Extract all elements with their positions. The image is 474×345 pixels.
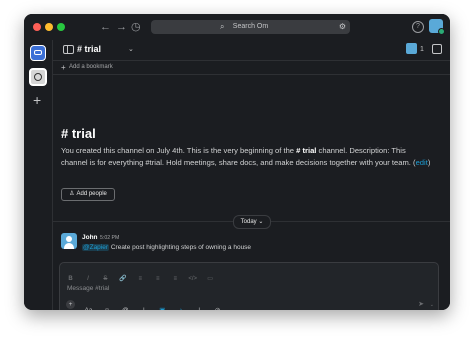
channel-intro-text: You created this channel on July 4th. Th… xyxy=(61,145,433,169)
chevron-down-icon[interactable]: ⌄ xyxy=(128,43,134,56)
add-people-label: Add people xyxy=(76,191,107,197)
channel-intro-title: # trial xyxy=(61,126,96,141)
date-jump-button[interactable]: Today ⌄ xyxy=(233,215,271,229)
member-count[interactable]: 1 xyxy=(420,43,424,56)
user-avatar[interactable] xyxy=(429,19,445,35)
workspace-secondary-icon[interactable] xyxy=(29,68,47,86)
intro-text-close: ) xyxy=(427,158,431,167)
send-icon[interactable]: ➤ xyxy=(418,299,424,310)
message-text: Create post highlighting steps of owning… xyxy=(110,244,252,251)
history-clock-icon[interactable]: ◷ xyxy=(131,20,141,34)
text-format-icon[interactable]: Aa xyxy=(83,305,93,310)
title-bar: ← → ◷ ⌕ Search Om ⚙ ? xyxy=(24,14,450,40)
formatting-toolbar: B I S 🔗 ≡ ≡ ≡ </> ▭ xyxy=(66,267,219,282)
workspace-rail: + xyxy=(24,40,52,310)
person-add-icon: ♙ xyxy=(69,191,75,197)
message-timestamp[interactable]: 5:02 PM xyxy=(100,234,119,243)
canvas-icon[interactable] xyxy=(432,44,442,54)
message-input[interactable] xyxy=(67,283,427,293)
channel-name-button[interactable]: # trial xyxy=(77,43,101,56)
edit-description-link[interactable]: edit xyxy=(416,158,428,167)
workspace-active-icon[interactable] xyxy=(30,45,46,61)
close-window-button[interactable] xyxy=(33,23,41,31)
mention-link[interactable]: @Zapier xyxy=(82,244,110,251)
app-window: ← → ◷ ⌕ Search Om ⚙ ? + # trial ⌄ 1 + Ad… xyxy=(24,14,450,310)
add-bookmark-button[interactable]: Add a bookmark xyxy=(69,61,113,74)
separator-icon: | xyxy=(194,305,204,310)
search-icon: ⌕ xyxy=(220,22,225,31)
composer-actions: + Aa ☺ @ | ▣ ♪ | ⊘ xyxy=(66,299,227,310)
shortcuts-icon[interactable]: ⊘ xyxy=(213,305,223,310)
channel-view: # trial ⌄ 1 + Add a bookmark # trial You… xyxy=(52,40,450,310)
back-arrow-icon[interactable]: ← xyxy=(100,20,111,34)
search-placeholder: Search Om xyxy=(232,23,269,30)
mention-icon[interactable]: @ xyxy=(120,305,130,310)
bookmark-bar: + Add a bookmark xyxy=(53,61,450,75)
emoji-icon[interactable]: ☺ xyxy=(102,305,112,310)
plus-icon[interactable]: + xyxy=(61,61,66,74)
minimize-window-button[interactable] xyxy=(45,23,53,31)
member-avatar[interactable] xyxy=(406,43,417,54)
chevron-down-icon: ⌄ xyxy=(258,219,264,225)
channel-header: # trial ⌄ 1 xyxy=(53,40,450,61)
intro-text-before: You created this channel on July 4th. Th… xyxy=(61,146,297,155)
separator-icon: | xyxy=(139,305,149,310)
add-workspace-icon[interactable]: + xyxy=(33,93,41,107)
search-filter-icon[interactable]: ⚙ xyxy=(339,20,346,34)
message-author[interactable]: John xyxy=(82,233,98,242)
video-clip-icon[interactable]: ▣ xyxy=(157,305,167,310)
message-body: @Zapier Create post highlighting steps o… xyxy=(82,243,251,252)
zoom-window-button[interactable] xyxy=(57,23,65,31)
message-author-avatar[interactable] xyxy=(61,233,77,249)
add-people-button[interactable]: ♙ Add people xyxy=(61,188,115,201)
sidebar-toggle-icon[interactable] xyxy=(63,45,74,54)
date-label: Today xyxy=(240,219,257,225)
intro-channel-name: # trial xyxy=(296,146,317,155)
forward-arrow-icon[interactable]: → xyxy=(116,20,127,34)
help-icon[interactable]: ? xyxy=(412,21,424,33)
attach-plus-icon[interactable]: + xyxy=(66,300,75,309)
online-status-icon xyxy=(438,28,445,35)
search-bar[interactable]: ⌕ Search Om ⚙ xyxy=(151,20,350,34)
message-composer: B I S 🔗 ≡ ≡ ≡ </> ▭ + Aa ☺ @ | ▣ ♪ | ⊘ xyxy=(59,262,439,310)
microphone-icon[interactable]: ♪ xyxy=(176,305,186,310)
chevron-down-icon[interactable]: ⌄ xyxy=(430,299,434,310)
